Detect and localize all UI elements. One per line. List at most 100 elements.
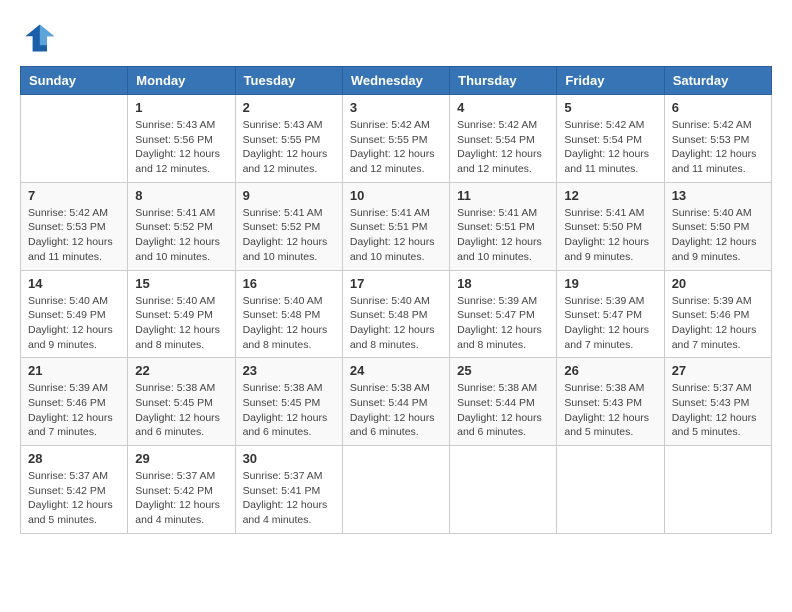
day-info: Sunrise: 5:41 AM Sunset: 5:52 PM Dayligh… bbox=[243, 206, 335, 265]
day-number: 8 bbox=[135, 188, 227, 203]
calendar-cell: 8 Sunrise: 5:41 AM Sunset: 5:52 PM Daylig… bbox=[128, 182, 235, 270]
day-number: 10 bbox=[350, 188, 442, 203]
day-number: 29 bbox=[135, 451, 227, 466]
day-info: Sunrise: 5:38 AM Sunset: 5:45 PM Dayligh… bbox=[135, 381, 227, 440]
day-info: Sunrise: 5:42 AM Sunset: 5:54 PM Dayligh… bbox=[564, 118, 656, 177]
day-number: 28 bbox=[28, 451, 120, 466]
day-info: Sunrise: 5:41 AM Sunset: 5:51 PM Dayligh… bbox=[457, 206, 549, 265]
day-info: Sunrise: 5:38 AM Sunset: 5:43 PM Dayligh… bbox=[564, 381, 656, 440]
calendar-week-row: 14Sunrise: 5:40 AM Sunset: 5:49 PM Dayli… bbox=[21, 270, 772, 358]
logo-icon bbox=[20, 20, 56, 56]
calendar-cell: 29Sunrise: 5:37 AM Sunset: 5:42 PM Dayli… bbox=[128, 446, 235, 534]
calendar-cell: 12 Sunrise: 5:41 AM Sunset: 5:50 PM Dayli… bbox=[557, 182, 664, 270]
day-info: Sunrise: 5:40 AM Sunset: 5:49 PM Dayligh… bbox=[28, 294, 120, 353]
calendar-cell bbox=[342, 446, 449, 534]
calendar-cell: 25 Sunrise: 5:38 AM Sunset: 5:44 PM Dayli… bbox=[450, 358, 557, 446]
calendar-cell: 2 Sunrise: 5:43 AM Sunset: 5:55 PM Daylig… bbox=[235, 95, 342, 183]
calendar-week-row: 21 Sunrise: 5:39 AM Sunset: 5:46 PM Dayli… bbox=[21, 358, 772, 446]
day-of-week-header: Wednesday bbox=[342, 67, 449, 95]
calendar-cell bbox=[450, 446, 557, 534]
day-of-week-header: Saturday bbox=[664, 67, 771, 95]
day-info: Sunrise: 5:40 AM Sunset: 5:48 PM Dayligh… bbox=[243, 294, 335, 353]
calendar-cell bbox=[557, 446, 664, 534]
day-info: Sunrise: 5:38 AM Sunset: 5:44 PM Dayligh… bbox=[350, 381, 442, 440]
day-of-week-header: Friday bbox=[557, 67, 664, 95]
day-info: Sunrise: 5:40 AM Sunset: 5:50 PM Dayligh… bbox=[672, 206, 764, 265]
day-number: 27 bbox=[672, 363, 764, 378]
day-info: Sunrise: 5:39 AM Sunset: 5:47 PM Dayligh… bbox=[564, 294, 656, 353]
day-info: Sunrise: 5:41 AM Sunset: 5:52 PM Dayligh… bbox=[135, 206, 227, 265]
day-number: 20 bbox=[672, 276, 764, 291]
calendar-cell: 14Sunrise: 5:40 AM Sunset: 5:49 PM Dayli… bbox=[21, 270, 128, 358]
day-info: Sunrise: 5:40 AM Sunset: 5:48 PM Dayligh… bbox=[350, 294, 442, 353]
calendar-cell: 6 Sunrise: 5:42 AM Sunset: 5:53 PM Daylig… bbox=[664, 95, 771, 183]
calendar-cell: 23 Sunrise: 5:38 AM Sunset: 5:45 PM Dayli… bbox=[235, 358, 342, 446]
calendar-cell: 3 Sunrise: 5:42 AM Sunset: 5:55 PM Daylig… bbox=[342, 95, 449, 183]
day-number: 5 bbox=[564, 100, 656, 115]
calendar-cell: 20 Sunrise: 5:39 AM Sunset: 5:46 PM Dayli… bbox=[664, 270, 771, 358]
day-number: 26 bbox=[564, 363, 656, 378]
day-number: 21 bbox=[28, 363, 120, 378]
day-number: 12 bbox=[564, 188, 656, 203]
day-info: Sunrise: 5:39 AM Sunset: 5:46 PM Dayligh… bbox=[28, 381, 120, 440]
calendar-cell: 26 Sunrise: 5:38 AM Sunset: 5:43 PM Dayli… bbox=[557, 358, 664, 446]
calendar-cell: 10Sunrise: 5:41 AM Sunset: 5:51 PM Dayli… bbox=[342, 182, 449, 270]
calendar-cell bbox=[21, 95, 128, 183]
day-info: Sunrise: 5:42 AM Sunset: 5:55 PM Dayligh… bbox=[350, 118, 442, 177]
day-info: Sunrise: 5:37 AM Sunset: 5:42 PM Dayligh… bbox=[28, 469, 120, 528]
day-number: 25 bbox=[457, 363, 549, 378]
day-info: Sunrise: 5:42 AM Sunset: 5:53 PM Dayligh… bbox=[672, 118, 764, 177]
calendar-cell: 11 Sunrise: 5:41 AM Sunset: 5:51 PM Dayli… bbox=[450, 182, 557, 270]
day-number: 6 bbox=[672, 100, 764, 115]
day-info: Sunrise: 5:37 AM Sunset: 5:41 PM Dayligh… bbox=[243, 469, 335, 528]
day-info: Sunrise: 5:43 AM Sunset: 5:56 PM Dayligh… bbox=[135, 118, 227, 177]
calendar-cell: 19Sunrise: 5:39 AM Sunset: 5:47 PM Dayli… bbox=[557, 270, 664, 358]
day-of-week-header: Thursday bbox=[450, 67, 557, 95]
calendar-body: 1 Sunrise: 5:43 AM Sunset: 5:56 PM Daylig… bbox=[21, 95, 772, 534]
calendar-cell: 22 Sunrise: 5:38 AM Sunset: 5:45 PM Dayli… bbox=[128, 358, 235, 446]
calendar-cell: 27 Sunrise: 5:37 AM Sunset: 5:43 PM Dayli… bbox=[664, 358, 771, 446]
day-number: 1 bbox=[135, 100, 227, 115]
day-info: Sunrise: 5:43 AM Sunset: 5:55 PM Dayligh… bbox=[243, 118, 335, 177]
day-number: 17 bbox=[350, 276, 442, 291]
page-header bbox=[20, 20, 772, 56]
day-info: Sunrise: 5:39 AM Sunset: 5:46 PM Dayligh… bbox=[672, 294, 764, 353]
calendar-cell bbox=[664, 446, 771, 534]
day-of-week-header: Tuesday bbox=[235, 67, 342, 95]
day-info: Sunrise: 5:41 AM Sunset: 5:50 PM Dayligh… bbox=[564, 206, 656, 265]
day-info: Sunrise: 5:42 AM Sunset: 5:53 PM Dayligh… bbox=[28, 206, 120, 265]
day-info: Sunrise: 5:38 AM Sunset: 5:45 PM Dayligh… bbox=[243, 381, 335, 440]
day-number: 11 bbox=[457, 188, 549, 203]
day-number: 22 bbox=[135, 363, 227, 378]
calendar-cell: 13Sunrise: 5:40 AM Sunset: 5:50 PM Dayli… bbox=[664, 182, 771, 270]
calendar-cell: 30Sunrise: 5:37 AM Sunset: 5:41 PM Dayli… bbox=[235, 446, 342, 534]
day-number: 4 bbox=[457, 100, 549, 115]
calendar-cell: 16 Sunrise: 5:40 AM Sunset: 5:48 PM Dayli… bbox=[235, 270, 342, 358]
day-number: 18 bbox=[457, 276, 549, 291]
day-info: Sunrise: 5:38 AM Sunset: 5:44 PM Dayligh… bbox=[457, 381, 549, 440]
day-number: 3 bbox=[350, 100, 442, 115]
logo bbox=[20, 20, 60, 56]
calendar-cell: 15 Sunrise: 5:40 AM Sunset: 5:49 PM Dayli… bbox=[128, 270, 235, 358]
calendar-cell: 17 Sunrise: 5:40 AM Sunset: 5:48 PM Dayli… bbox=[342, 270, 449, 358]
calendar-cell: 18 Sunrise: 5:39 AM Sunset: 5:47 PM Dayli… bbox=[450, 270, 557, 358]
day-number: 16 bbox=[243, 276, 335, 291]
calendar-week-row: 28 Sunrise: 5:37 AM Sunset: 5:42 PM Dayli… bbox=[21, 446, 772, 534]
calendar-cell: 5 Sunrise: 5:42 AM Sunset: 5:54 PM Daylig… bbox=[557, 95, 664, 183]
day-number: 2 bbox=[243, 100, 335, 115]
day-info: Sunrise: 5:39 AM Sunset: 5:47 PM Dayligh… bbox=[457, 294, 549, 353]
calendar-cell: 9Sunrise: 5:41 AM Sunset: 5:52 PM Daylig… bbox=[235, 182, 342, 270]
day-number: 7 bbox=[28, 188, 120, 203]
calendar-cell: 28 Sunrise: 5:37 AM Sunset: 5:42 PM Dayli… bbox=[21, 446, 128, 534]
calendar-header-row: SundayMondayTuesdayWednesdayThursdayFrid… bbox=[21, 67, 772, 95]
day-info: Sunrise: 5:37 AM Sunset: 5:43 PM Dayligh… bbox=[672, 381, 764, 440]
day-number: 15 bbox=[135, 276, 227, 291]
calendar-week-row: 7 Sunrise: 5:42 AM Sunset: 5:53 PM Daylig… bbox=[21, 182, 772, 270]
calendar-cell: 4 Sunrise: 5:42 AM Sunset: 5:54 PM Daylig… bbox=[450, 95, 557, 183]
day-info: Sunrise: 5:42 AM Sunset: 5:54 PM Dayligh… bbox=[457, 118, 549, 177]
day-number: 24 bbox=[350, 363, 442, 378]
calendar-cell: 21 Sunrise: 5:39 AM Sunset: 5:46 PM Dayli… bbox=[21, 358, 128, 446]
calendar-table: SundayMondayTuesdayWednesdayThursdayFrid… bbox=[20, 66, 772, 534]
day-info: Sunrise: 5:40 AM Sunset: 5:49 PM Dayligh… bbox=[135, 294, 227, 353]
day-number: 23 bbox=[243, 363, 335, 378]
